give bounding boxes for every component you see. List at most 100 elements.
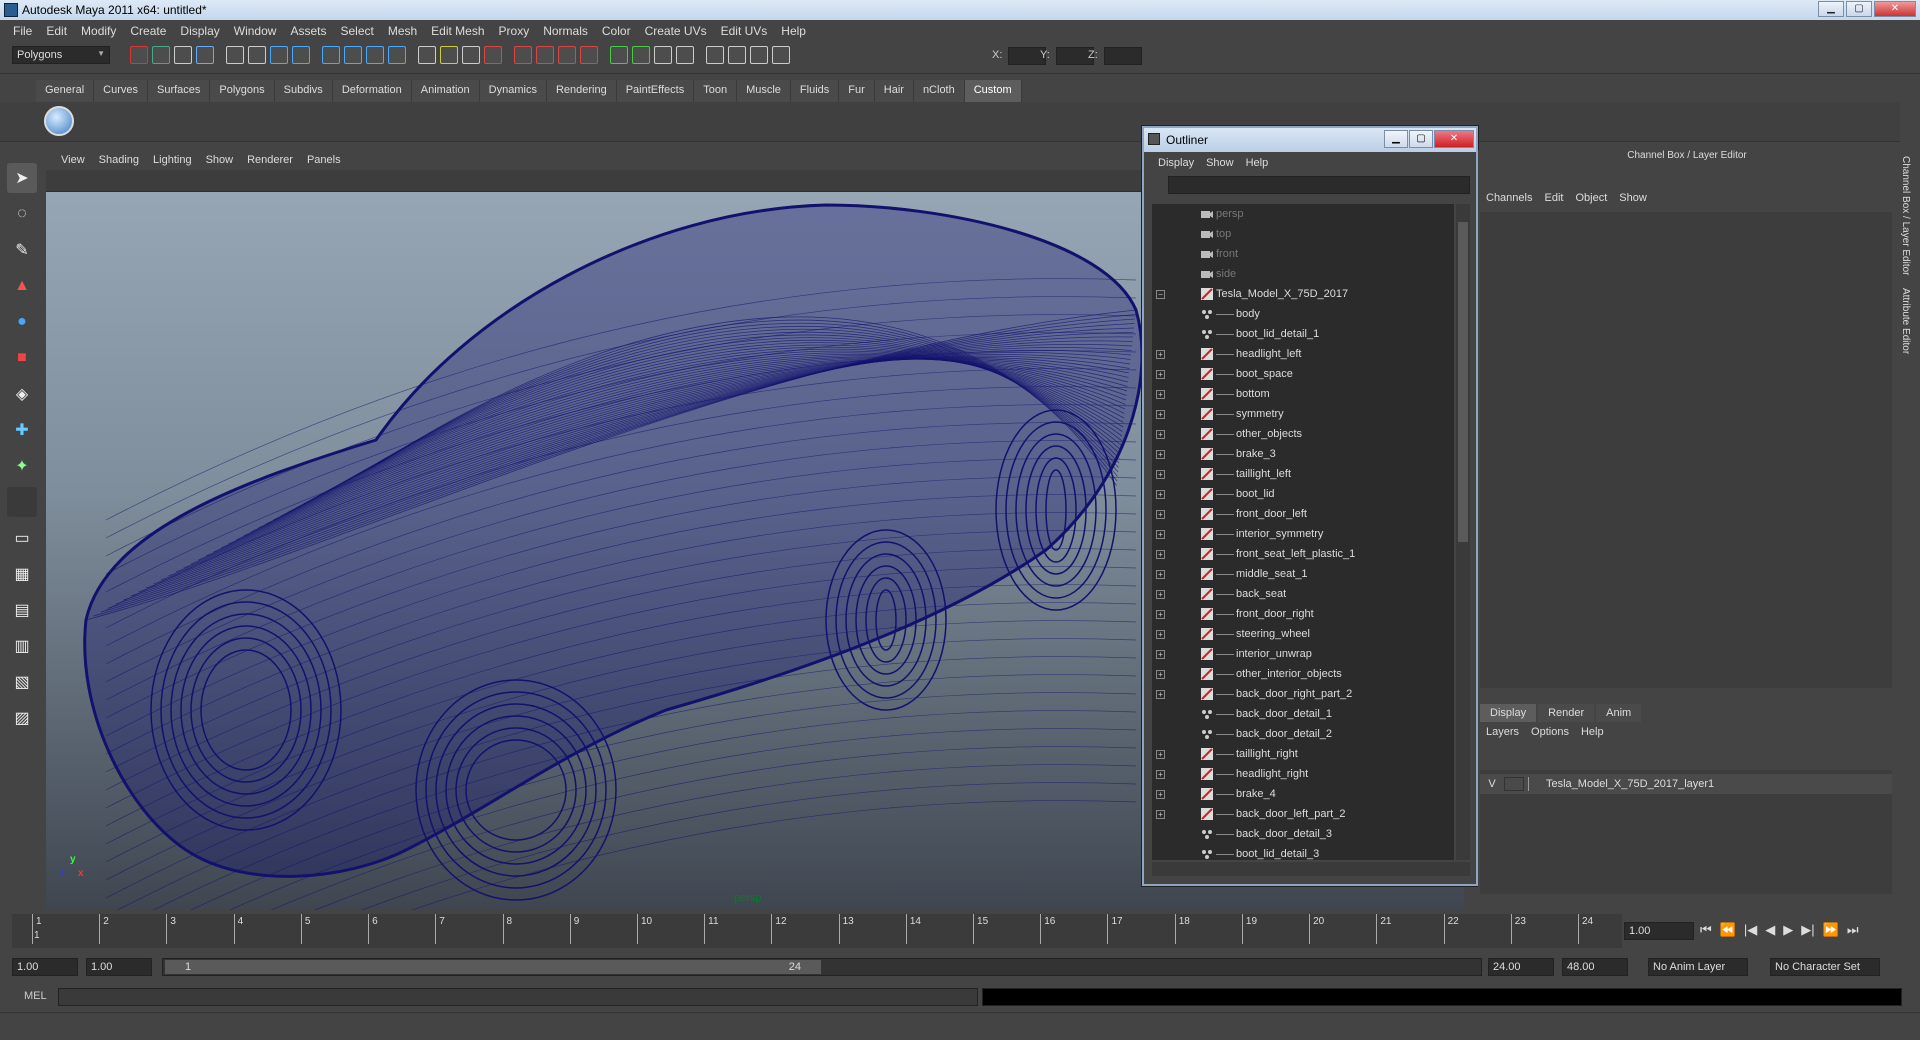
minimize-button[interactable]: ▁	[1818, 1, 1844, 17]
status-tool-12-icon[interactable]	[388, 46, 406, 64]
menu-create[interactable]: Create	[123, 24, 173, 38]
move-tool-icon[interactable]: ▲	[7, 271, 37, 301]
layer-menu-help[interactable]: Help	[1575, 726, 1610, 738]
show-manip-icon[interactable]: ✦	[7, 451, 37, 481]
outliner-item-headlight-left[interactable]: + headlight_left	[1152, 344, 1454, 364]
menu-mesh[interactable]: Mesh	[381, 24, 424, 38]
shelf-tab-dynamics[interactable]: Dynamics	[479, 80, 547, 102]
outliner-item-taillight-right[interactable]: + taillight_right	[1152, 744, 1454, 764]
expand-icon[interactable]: +	[1156, 509, 1165, 519]
outliner-menu-help[interactable]: Help	[1240, 157, 1275, 169]
outliner-item-other-objects[interactable]: + other_objects	[1152, 424, 1454, 444]
status-tool-10-icon[interactable]	[344, 46, 362, 64]
shelf-tab-toon[interactable]: Toon	[694, 80, 738, 102]
menu-file[interactable]: File	[6, 24, 39, 38]
status-tool-21-icon[interactable]	[610, 46, 628, 64]
go-to-end-icon[interactable]: ⏭	[1847, 922, 1859, 938]
channel-menu-channels[interactable]: Channels	[1480, 192, 1538, 204]
outliner-item-body[interactable]: body	[1152, 304, 1454, 324]
range-slider-handle[interactable]: 1 24	[165, 960, 821, 974]
step-forward-frame-icon[interactable]: ▶|	[1801, 922, 1814, 938]
outliner-menu-display[interactable]: Display	[1152, 157, 1200, 169]
step-back-frame-icon[interactable]: |◀	[1744, 922, 1757, 938]
outliner-item-brake-3[interactable]: + brake_3	[1152, 444, 1454, 464]
expand-icon[interactable]: +	[1156, 689, 1165, 699]
layer-menu-layers[interactable]: Layers	[1480, 726, 1525, 738]
go-to-start-icon[interactable]: ⏮	[1700, 922, 1712, 938]
status-tool-8-icon[interactable]	[292, 46, 310, 64]
outliner-item-front-door-left[interactable]: + front_door_left	[1152, 504, 1454, 524]
outliner-hscrollbar[interactable]	[1152, 862, 1470, 876]
menu-edit-uvs[interactable]: Edit UVs	[714, 24, 775, 38]
menu-assets[interactable]: Assets	[283, 24, 333, 38]
outliner-item-symmetry[interactable]: + symmetry	[1152, 404, 1454, 424]
expand-icon[interactable]: +	[1156, 749, 1165, 759]
play-forwards-icon[interactable]: ▶	[1783, 922, 1793, 938]
shelf-tab-fluids[interactable]: Fluids	[790, 80, 840, 102]
outliner-item-back-door-detail-3[interactable]: back_door_detail_3	[1152, 824, 1454, 844]
outliner-item-taillight-left[interactable]: + taillight_left	[1152, 464, 1454, 484]
outliner-item-bottom[interactable]: + bottom	[1152, 384, 1454, 404]
layer-tab-anim[interactable]: Anim	[1596, 704, 1642, 722]
shelf-tab-rendering[interactable]: Rendering	[546, 80, 617, 102]
status-tool-3-icon[interactable]	[174, 46, 192, 64]
outliner-item-boot-lid-detail-1[interactable]: boot_lid_detail_1	[1152, 324, 1454, 344]
paint-select-icon[interactable]: ✎	[7, 235, 37, 265]
playback-start-field[interactable]: 1.00	[86, 958, 152, 976]
outliner-titlebar[interactable]: Outliner ▁ ▢ ✕	[1144, 128, 1476, 152]
outliner-item-steering-wheel[interactable]: + steering_wheel	[1152, 624, 1454, 644]
layer-tab-render[interactable]: Render	[1538, 704, 1595, 722]
animation-end-field[interactable]: 48.00	[1562, 958, 1628, 976]
lasso-tool-icon[interactable]: ◌	[7, 199, 37, 229]
collapse-icon[interactable]: −	[1156, 289, 1165, 299]
outliner-item-back-door-left-part-2[interactable]: + back_door_left_part_2	[1152, 804, 1454, 824]
status-tool-19-icon[interactable]	[558, 46, 576, 64]
status-tool-7-icon[interactable]	[270, 46, 288, 64]
four-layout-icon[interactable]: ▦	[7, 559, 37, 589]
status-tool-6-icon[interactable]	[248, 46, 266, 64]
menu-proxy[interactable]: Proxy	[492, 24, 537, 38]
expand-icon[interactable]: +	[1156, 789, 1165, 799]
menu-edit[interactable]: Edit	[39, 24, 74, 38]
scroll-thumb[interactable]	[1458, 222, 1468, 542]
shelf-tab-hair[interactable]: Hair	[874, 80, 914, 102]
shelf-tab-deformation[interactable]: Deformation	[332, 80, 412, 102]
status-tool-26-icon[interactable]	[728, 46, 746, 64]
animation-start-field[interactable]: 1.00	[12, 958, 78, 976]
expand-icon[interactable]: +	[1156, 649, 1165, 659]
status-tool-24-icon[interactable]	[676, 46, 694, 64]
menu-create-uvs[interactable]: Create UVs	[638, 24, 714, 38]
shelf-tab-general[interactable]: General	[36, 80, 95, 102]
command-language-label[interactable]: MEL	[24, 990, 47, 1002]
expand-icon[interactable]: +	[1156, 409, 1165, 419]
expand-icon[interactable]: +	[1156, 589, 1165, 599]
channel-box-area[interactable]	[1480, 212, 1892, 688]
expand-icon[interactable]: +	[1156, 489, 1165, 499]
maximize-button[interactable]: ▢	[1846, 1, 1872, 17]
shelf-tab-polygons[interactable]: Polygons	[210, 80, 275, 102]
outliner-layout-icon[interactable]: ▤	[7, 595, 37, 625]
outliner-item-interior-unwrap[interactable]: + interior_unwrap	[1152, 644, 1454, 664]
shelf-tab-fur[interactable]: Fur	[839, 80, 875, 102]
expand-icon[interactable]: +	[1156, 669, 1165, 679]
play-backwards-icon[interactable]: ◀	[1765, 922, 1775, 938]
step-back-key-icon[interactable]: ⏪	[1720, 922, 1736, 938]
outliner-item-middle-seat-1[interactable]: + middle_seat_1	[1152, 564, 1454, 584]
expand-icon[interactable]: +	[1156, 569, 1165, 579]
outliner-item-back-door-detail-1[interactable]: back_door_detail_1	[1152, 704, 1454, 724]
display-layer-row[interactable]: V Tesla_Model_X_75D_2017_layer1	[1480, 774, 1892, 794]
expand-icon[interactable]: +	[1156, 629, 1165, 639]
outliner-item-front-door-right[interactable]: + front_door_right	[1152, 604, 1454, 624]
outliner-item-front-seat-left-plastic-1[interactable]: + front_seat_left_plastic_1	[1152, 544, 1454, 564]
menu-edit-mesh[interactable]: Edit Mesh	[424, 24, 491, 38]
outliner-item-back-seat[interactable]: + back_seat	[1152, 584, 1454, 604]
status-tool-27-icon[interactable]	[750, 46, 768, 64]
channel-menu-object[interactable]: Object	[1569, 192, 1613, 204]
status-tool-28-icon[interactable]	[772, 46, 790, 64]
layer-menu-options[interactable]: Options	[1525, 726, 1575, 738]
shelf-tab-subdivs[interactable]: Subdivs	[274, 80, 333, 102]
single-layout-icon[interactable]: ▭	[7, 523, 37, 553]
menu-select[interactable]: Select	[333, 24, 380, 38]
outliner-item-brake-4[interactable]: + brake_4	[1152, 784, 1454, 804]
outliner-menu-show[interactable]: Show	[1200, 157, 1240, 169]
